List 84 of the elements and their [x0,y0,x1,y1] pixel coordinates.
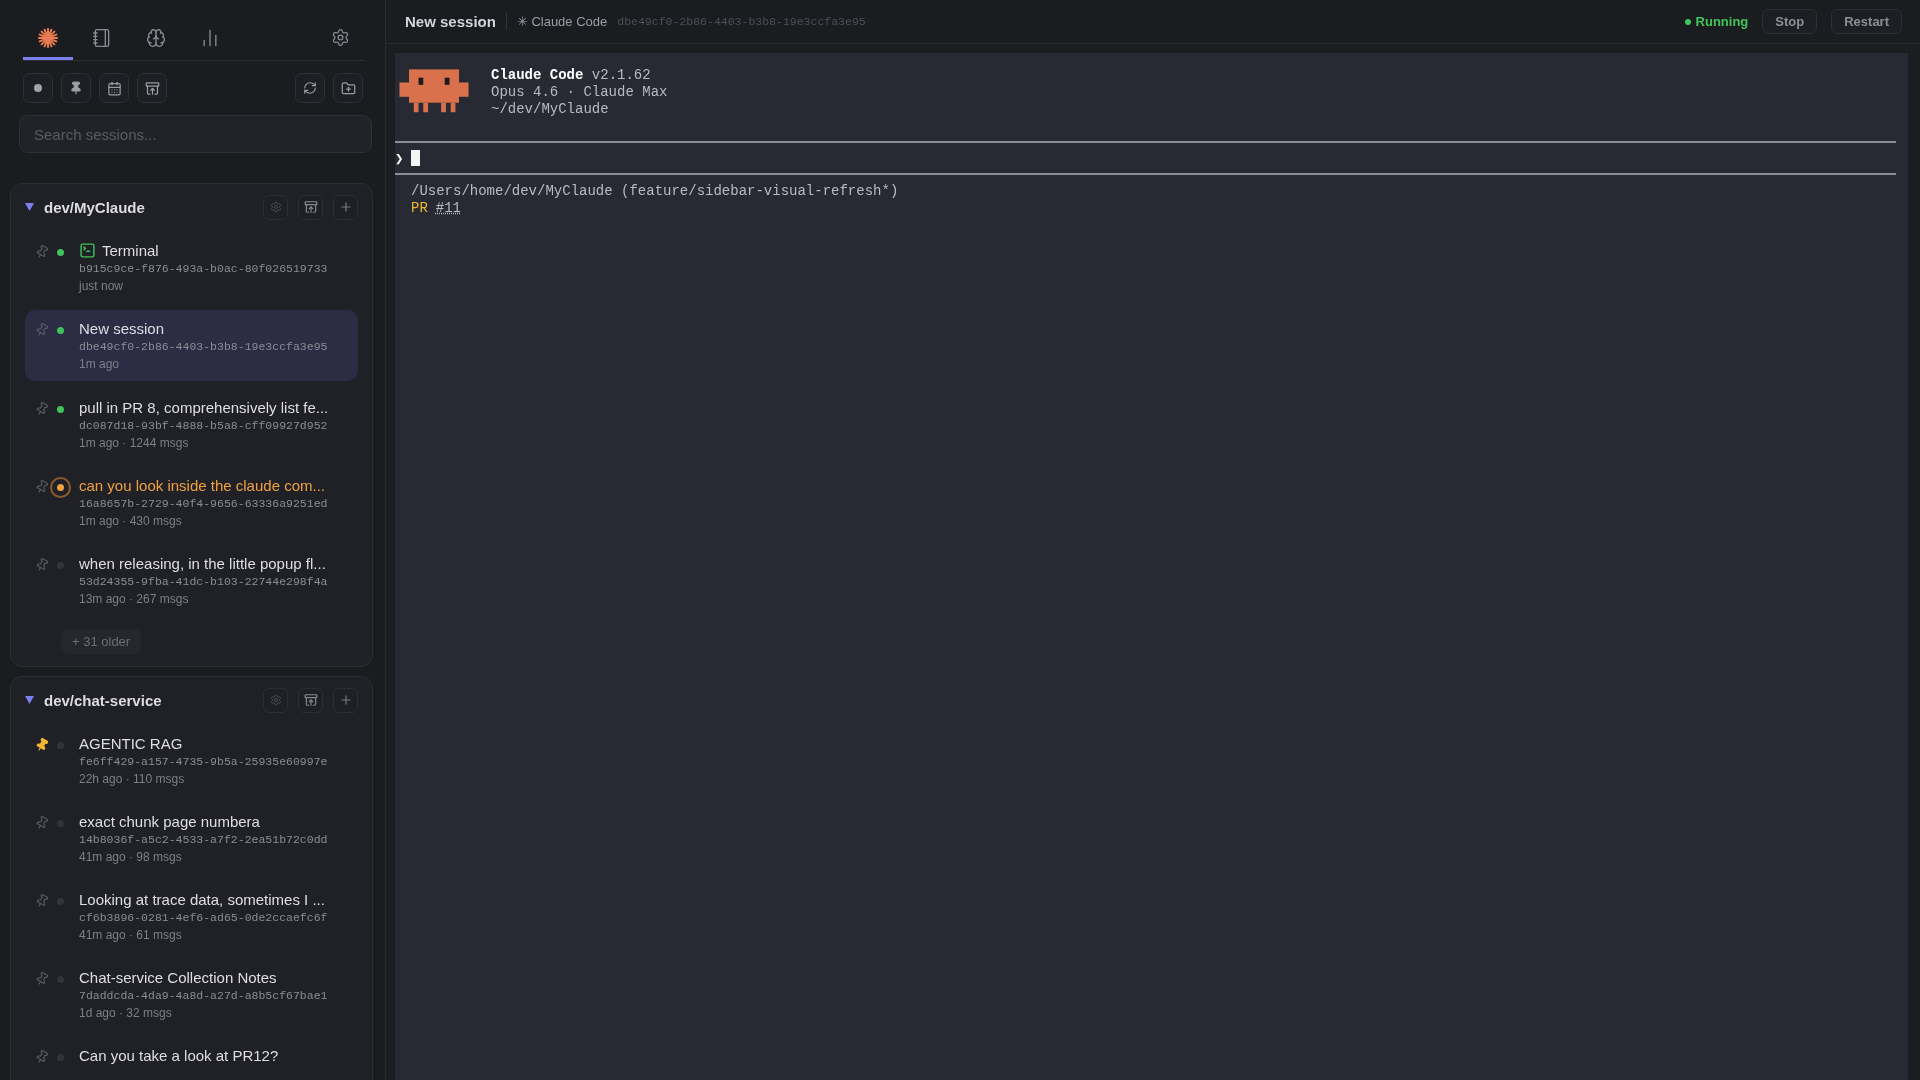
plus-icon [338,200,353,214]
session-meta: just now [79,279,125,293]
session-id: dbe49cf0-2b86-4403-b3b8-19e3ccfa3e95 [617,15,866,28]
session-item[interactable]: pull in PR 8, comprehensively list fe... dc087d18-93bf-4888-b5a8-cff09927d952 1m ago · 1244 msgs [25,389,358,460]
archive-button[interactable] [137,73,167,103]
pr-label: PR [411,200,428,217]
model-label: Opus 4.6 · Claude Max [491,84,668,101]
session-title: Can you take a look at PR12? [79,1047,279,1064]
session-id: 14b8036f-a5c2-4533-a7f2-2ea51b72c0dd [79,833,328,846]
caret-icon[interactable] [25,203,34,211]
session-id: 16a8657b-2729-40f4-9656-63336a9251ed [79,497,328,510]
session-title: pull in PR 8, comprehensively list fe... [79,399,329,416]
session-title: New session [405,13,507,30]
calendar-button[interactable] [99,73,129,103]
session-item[interactable]: can you look inside the claude com... 16a8657b-2729-40f4-9656-63336a9251ed 1m ago · 430 msgs [25,467,358,538]
prompt-symbol: ❯ [395,149,404,167]
archive-icon [303,693,318,707]
session-item[interactable]: Can you take a look at PR12? [25,1037,358,1074]
session-title: when releasing, in the little popup fl... [79,555,326,572]
session-meta: 41m ago · 98 msgs [79,850,183,864]
session-meta: 1m ago · 430 msgs [79,514,183,528]
dot-icon [33,83,43,93]
refresh-button[interactable] [295,73,325,103]
session-id: dc087d18-93bf-4888-b5a8-cff09927d952 [79,419,329,432]
app-version: Claude Code v2.1.62 [491,67,652,84]
brain-icon [146,27,166,48]
session-item[interactable]: New session dbe49cf0-2b86-4403-b3b8-19e3ccfa3e95 1m ago [25,310,358,381]
archive-icon [144,80,160,96]
session-meta: 41m ago · 61 msgs [79,928,183,942]
session-id: fe6ff429-a157-4735-9b5a-25935e60997e [79,755,328,768]
terminal-icon [79,242,96,259]
pr-link[interactable]: #11 [435,200,462,217]
archive-button[interactable] [298,687,323,713]
session-title: New session [79,320,165,337]
session-title: Terminal [102,242,159,259]
running-status: Running [1684,14,1749,29]
session-id: cf6b3896-0281-4ef6-ad65-0de2ccaefc6f [79,911,328,924]
session-meta: 22h ago · 110 msgs [79,772,186,786]
search-field[interactable]: Search sessions... [19,115,372,153]
session-item[interactable]: exact chunk page numbera 14b8036f-a5c2-4533-a7f2-2ea51b72c0dd 41m ago · 98 msgs [25,803,358,874]
archive-button[interactable] [298,194,323,220]
session-item[interactable]: AGENTIC RAG fe6ff429-a157-4735-9b5a-25935e60997e 22h ago · 110 msgs [25,725,358,796]
sparkle-icon [38,27,58,48]
session-id: dbe49cf0-2b86-4403-b3b8-19e3ccfa3e95 [79,340,328,353]
session-title: can you look inside the claude com... [79,477,325,494]
cursor [411,150,421,166]
session-meta: 1d ago · 32 msgs [79,1006,173,1020]
session-meta: 13m ago · 267 msgs [79,592,190,606]
session-title: exact chunk page numbera [79,813,260,830]
session-item[interactable]: Looking at trace data, sometimes I ... cf6b3896-0281-4ef6-ad65-0de2ccaefc6f 41m ago · 61 msgs [25,881,358,952]
restart-button[interactable]: Restart [1831,9,1902,34]
active-filter-button[interactable] [23,73,53,103]
archive-icon [303,200,318,214]
caret-icon[interactable] [25,696,34,704]
refresh-icon [303,81,317,95]
session-id: b915c9ce-f876-493a-b0ac-80f026519733 [79,262,328,275]
session-title: Chat-service Collection Notes [79,969,277,986]
add-button[interactable] [333,194,358,220]
settings-icon [269,201,282,213]
project-name: dev/chat-service [44,691,162,709]
stop-button[interactable]: Stop [1762,9,1818,34]
session-id: 7daddcda-4da9-4a8d-a27d-a8b5cf67bae1 [79,989,328,1002]
pin-filter-button[interactable] [61,73,91,103]
session-item[interactable]: when releasing, in the little popup fl... 53d24355-9fba-41dc-b103-22744e298f4a 13m ago · 267 msgs [25,545,358,616]
pin-icon [69,81,83,95]
session-title: Looking at trace data, sometimes I ... [79,891,325,908]
session-meta: 1m ago · 1244 msgs [79,436,190,450]
settings-icon [330,28,350,47]
folder-plus-icon [340,80,356,96]
notebook-icon [92,27,112,48]
add-button[interactable] [333,687,358,713]
calendar-icon [106,80,122,96]
agent-label: ✳ Claude Code [516,14,608,29]
session-item[interactable]: Chat-service Collection Notes 7daddcda-4da9-4a8d-a27d-a8b5cf67bae1 1d ago · 32 msgs [25,959,358,1030]
path-line: /Users/home/dev/MyClaude (feature/sidebar-visual-refresh*) [411,183,900,200]
session-item[interactable]: Terminal b915c9ce-f876-493a-b0ac-80f026519733 just now [25,232,358,303]
project-name: dev/MyClaude [44,198,145,216]
session-id: 53d24355-9fba-41dc-b103-22744e298f4a [79,575,328,588]
new-folder-button[interactable] [333,73,363,103]
session-meta: 1m ago [79,357,121,371]
cwd-label: ~/dev/MyClaude [491,101,610,118]
settings-icon [269,694,282,706]
plus-icon [338,693,353,707]
session-title: AGENTIC RAG [79,735,183,752]
